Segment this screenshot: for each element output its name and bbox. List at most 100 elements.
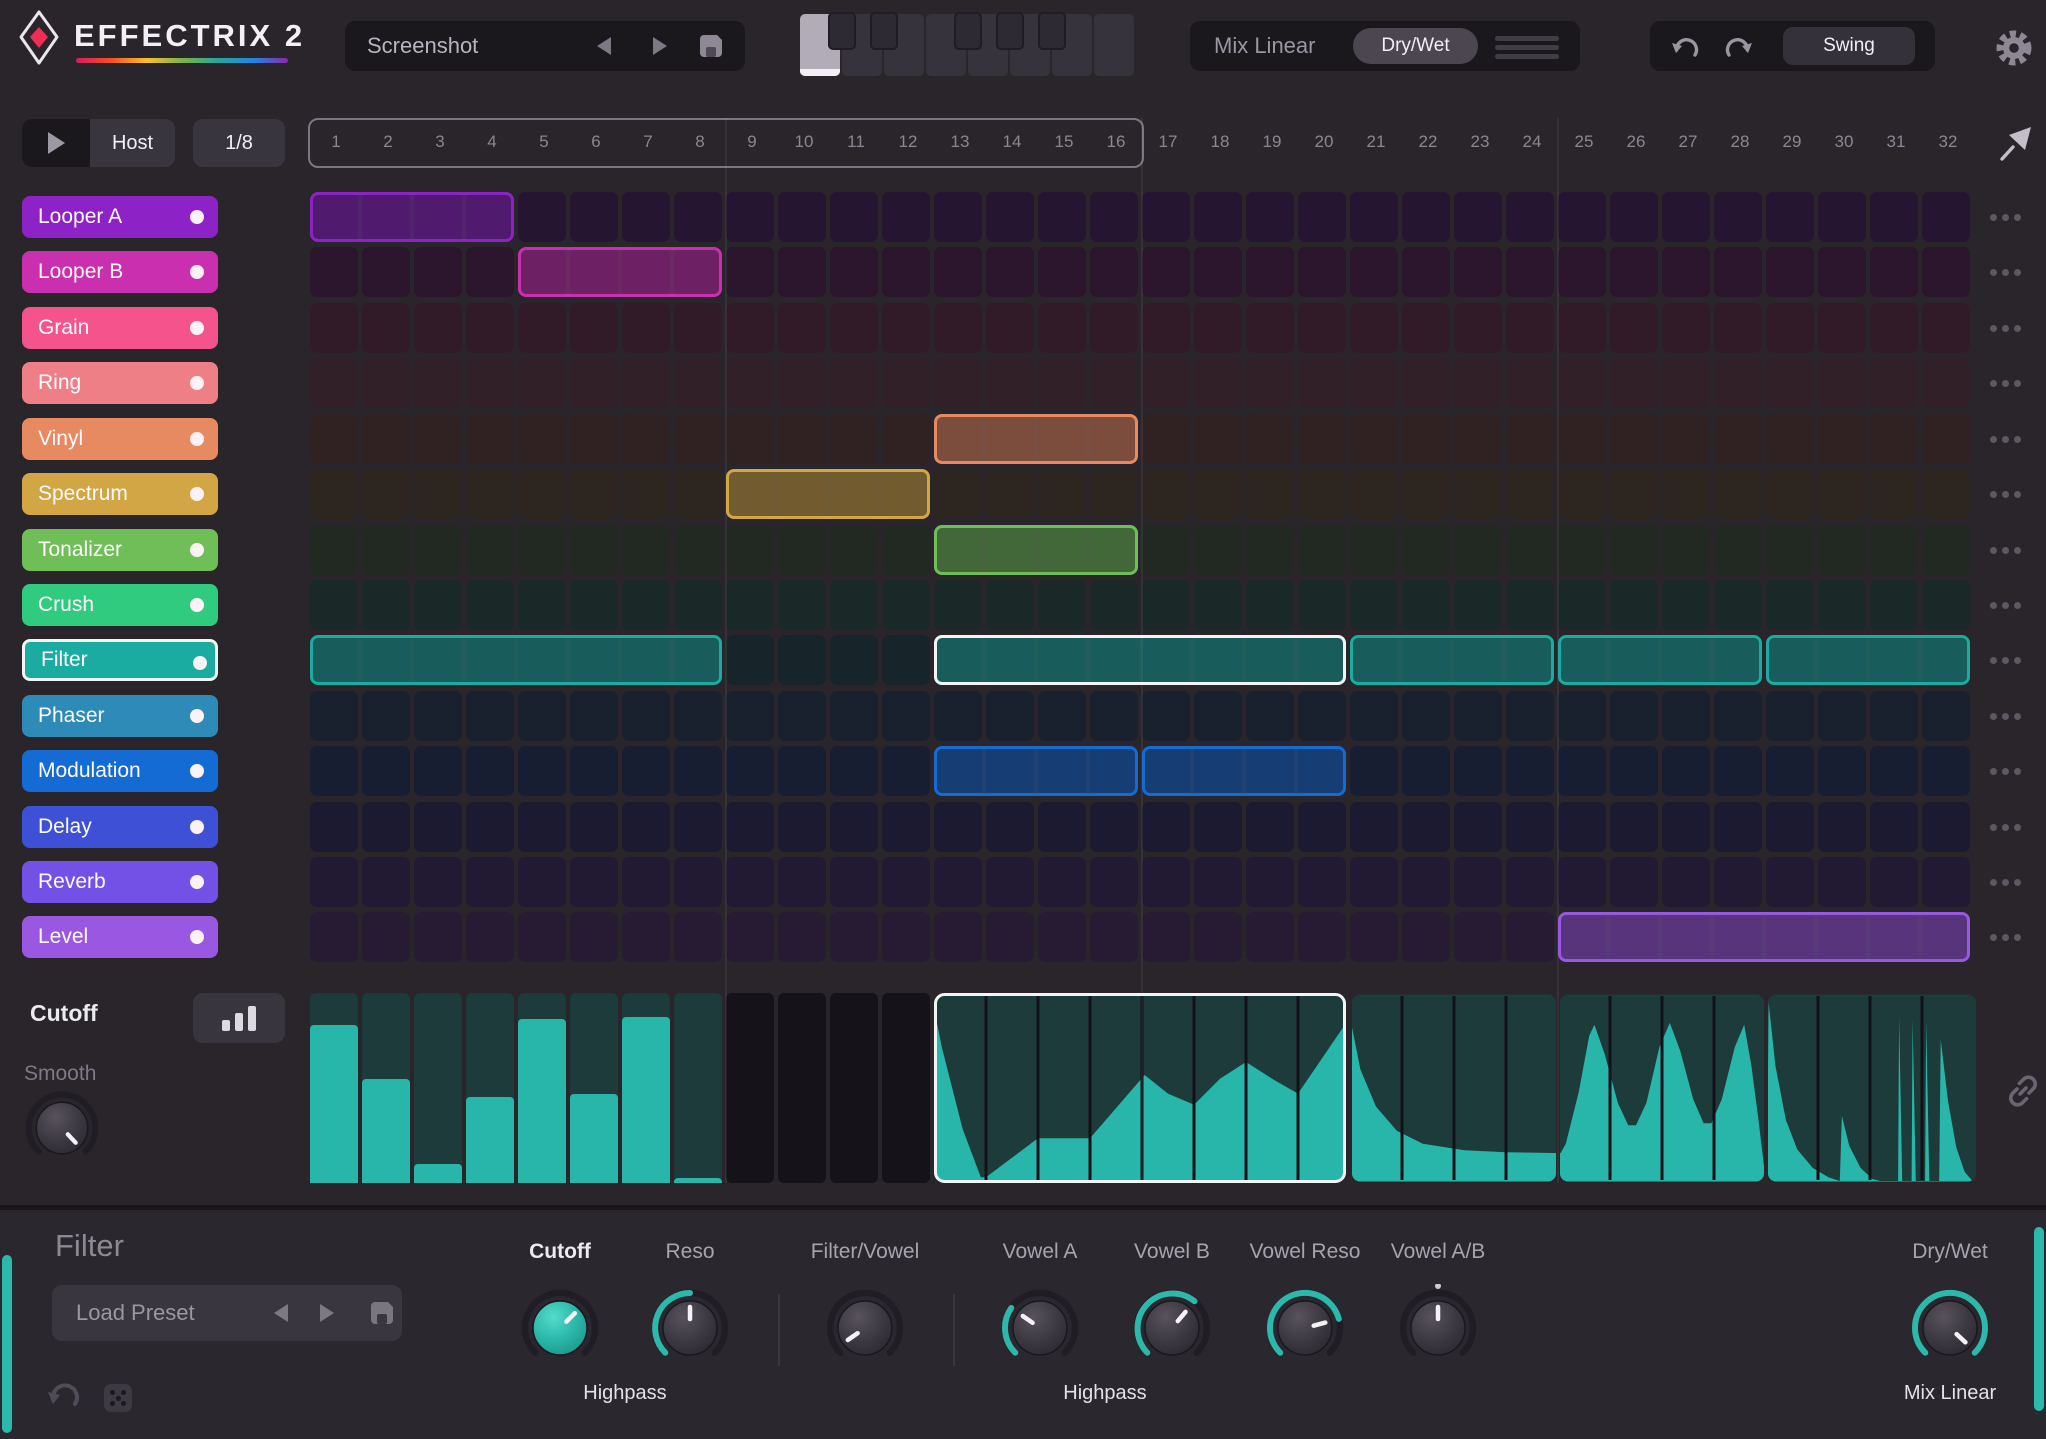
step-cell[interactable] bbox=[1350, 580, 1398, 630]
step-cell[interactable] bbox=[1870, 247, 1918, 297]
step-cell[interactable] bbox=[1506, 746, 1554, 796]
step-cell[interactable] bbox=[1142, 303, 1190, 353]
step-cell[interactable] bbox=[1298, 691, 1346, 741]
step-cell[interactable] bbox=[518, 525, 566, 575]
keyboard-key-black[interactable] bbox=[870, 12, 898, 50]
automation-bar[interactable] bbox=[674, 1178, 722, 1183]
track-enable-dot[interactable] bbox=[193, 656, 207, 670]
track-enable-dot[interactable] bbox=[190, 376, 204, 390]
step-cell[interactable] bbox=[1090, 192, 1138, 242]
step-cell[interactable] bbox=[414, 414, 462, 464]
step-cell[interactable] bbox=[778, 358, 826, 408]
step-cell[interactable] bbox=[1194, 192, 1242, 242]
step-cell[interactable] bbox=[778, 303, 826, 353]
step-cell[interactable] bbox=[1038, 580, 1086, 630]
step-cell[interactable] bbox=[1818, 247, 1866, 297]
step-cell[interactable] bbox=[518, 358, 566, 408]
step-cell[interactable] bbox=[1870, 358, 1918, 408]
step-cell[interactable] bbox=[362, 857, 410, 907]
step-cell[interactable] bbox=[1298, 303, 1346, 353]
step-cell[interactable] bbox=[1454, 247, 1502, 297]
step-cell[interactable] bbox=[1038, 469, 1086, 519]
preset-save-icon[interactable] bbox=[697, 33, 725, 59]
step-cell[interactable] bbox=[1766, 580, 1814, 630]
step-cell[interactable] bbox=[1870, 802, 1918, 852]
effect-block-selected[interactable] bbox=[934, 635, 1346, 685]
step-cell[interactable] bbox=[362, 525, 410, 575]
step-cell[interactable] bbox=[1038, 691, 1086, 741]
keyboard-key-black[interactable] bbox=[828, 12, 856, 50]
step-cell[interactable] bbox=[466, 469, 514, 519]
step-cell[interactable] bbox=[986, 247, 1034, 297]
step-cell[interactable] bbox=[1142, 857, 1190, 907]
step-cell[interactable] bbox=[726, 525, 774, 575]
step-cell[interactable] bbox=[830, 414, 878, 464]
step-cell[interactable] bbox=[622, 802, 670, 852]
step-cell[interactable] bbox=[1766, 746, 1814, 796]
automation-column[interactable] bbox=[882, 993, 930, 1183]
step-cell[interactable] bbox=[1818, 469, 1866, 519]
step-cell[interactable] bbox=[1610, 746, 1658, 796]
step-cell[interactable] bbox=[1922, 802, 1970, 852]
knob-cutoff[interactable] bbox=[516, 1284, 604, 1377]
mix-slider[interactable] bbox=[1495, 36, 1559, 63]
step-cell[interactable] bbox=[1246, 857, 1294, 907]
step-cell[interactable] bbox=[1090, 691, 1138, 741]
step-cell[interactable] bbox=[830, 247, 878, 297]
step-cell[interactable] bbox=[1298, 358, 1346, 408]
track-enable-dot[interactable] bbox=[190, 764, 204, 778]
preset-name[interactable]: Screenshot bbox=[367, 21, 478, 71]
step-cell[interactable] bbox=[1298, 912, 1346, 962]
track-menu-dots[interactable] bbox=[1990, 377, 2030, 389]
step-cell[interactable] bbox=[1558, 303, 1606, 353]
step-cell[interactable] bbox=[830, 912, 878, 962]
step-cell[interactable] bbox=[1350, 192, 1398, 242]
step-cell[interactable] bbox=[570, 358, 618, 408]
step-cell[interactable] bbox=[518, 912, 566, 962]
track-label-looper-b[interactable]: Looper B bbox=[22, 251, 218, 293]
step-cell[interactable] bbox=[1194, 691, 1242, 741]
step-cell[interactable] bbox=[830, 691, 878, 741]
track-menu-dots[interactable] bbox=[1990, 599, 2030, 611]
step-cell[interactable] bbox=[1662, 802, 1710, 852]
step-cell[interactable] bbox=[1454, 802, 1502, 852]
step-cell[interactable] bbox=[1246, 580, 1294, 630]
step-cell[interactable] bbox=[1298, 469, 1346, 519]
track-menu-dots[interactable] bbox=[1990, 488, 2030, 500]
step-cell[interactable] bbox=[1142, 691, 1190, 741]
step-cell[interactable] bbox=[1818, 580, 1866, 630]
step-cell[interactable] bbox=[1246, 469, 1294, 519]
step-cell[interactable] bbox=[726, 857, 774, 907]
step-cell[interactable] bbox=[882, 192, 930, 242]
swing-button[interactable]: Swing bbox=[1783, 27, 1915, 65]
step-cell[interactable] bbox=[1558, 857, 1606, 907]
step-cell[interactable] bbox=[1298, 414, 1346, 464]
step-cell[interactable] bbox=[310, 580, 358, 630]
track-menu-dots[interactable] bbox=[1990, 710, 2030, 722]
step-cell[interactable] bbox=[1922, 192, 1970, 242]
automation-bar[interactable] bbox=[466, 1097, 514, 1183]
step-cell[interactable] bbox=[466, 580, 514, 630]
step-cell[interactable] bbox=[674, 414, 722, 464]
step-cell[interactable] bbox=[622, 469, 670, 519]
step-cell[interactable] bbox=[1454, 912, 1502, 962]
step-cell[interactable] bbox=[1506, 414, 1554, 464]
step-cell[interactable] bbox=[1350, 303, 1398, 353]
step-cell[interactable] bbox=[778, 912, 826, 962]
effect-block[interactable] bbox=[310, 192, 514, 242]
step-cell[interactable] bbox=[1142, 912, 1190, 962]
step-cell[interactable] bbox=[622, 691, 670, 741]
step-cell[interactable] bbox=[674, 469, 722, 519]
step-cell[interactable] bbox=[1818, 414, 1866, 464]
step-cell[interactable] bbox=[726, 192, 774, 242]
automation-lane[interactable] bbox=[310, 993, 1980, 1183]
step-cell[interactable] bbox=[1454, 358, 1502, 408]
step-cell[interactable] bbox=[362, 303, 410, 353]
effect-block[interactable] bbox=[1558, 635, 1762, 685]
step-cell[interactable] bbox=[1870, 414, 1918, 464]
reset-icon[interactable] bbox=[46, 1380, 82, 1416]
effect-block[interactable] bbox=[310, 635, 722, 685]
step-cell[interactable] bbox=[1350, 857, 1398, 907]
step-cell[interactable] bbox=[310, 414, 358, 464]
step-cell[interactable] bbox=[1610, 247, 1658, 297]
